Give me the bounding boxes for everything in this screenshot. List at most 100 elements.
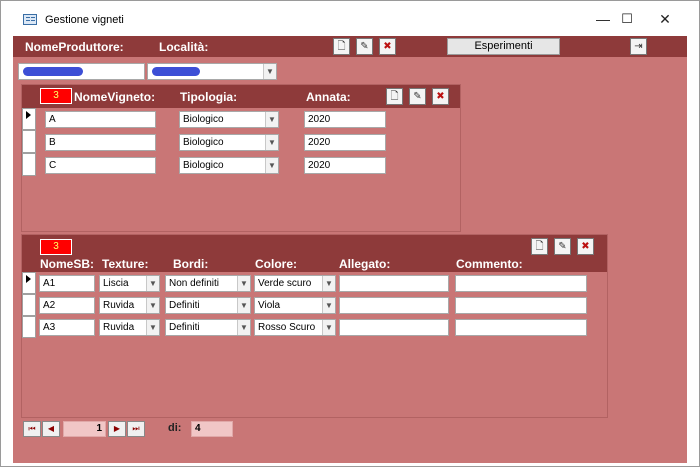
sb-nome-input[interactable]: A2: [39, 297, 95, 314]
vigneti-delete-button[interactable]: ✖: [432, 88, 449, 105]
delete-icon: ✖: [383, 41, 392, 52]
col-tipologia: Tipologia:: [180, 90, 238, 104]
chevron-down-icon[interactable]: ▼: [265, 112, 278, 127]
new-icon: 🗋: [337, 41, 346, 52]
chevron-down-icon[interactable]: ▼: [237, 320, 250, 335]
sb-record-count: 3: [40, 239, 72, 255]
main-form: NomeProduttore: Località: 🗋 ✎ ✖ Esperime…: [13, 36, 687, 463]
new-icon: 🗋: [390, 91, 399, 102]
vigneto-nome-input[interactable]: B: [45, 134, 156, 151]
chevron-down-icon[interactable]: ▼: [237, 298, 250, 313]
current-record-input[interactable]: 1: [63, 421, 106, 437]
vigneto-tipologia-combo[interactable]: Biologico ▼: [179, 157, 279, 174]
chevron-down-icon[interactable]: ▼: [322, 320, 335, 335]
sb-colore-combo[interactable]: Rosso Scuro ▼: [254, 319, 336, 336]
total-records-field: 4: [191, 421, 233, 437]
redacted-localita: [152, 67, 200, 76]
chevron-down-icon[interactable]: ▼: [265, 135, 278, 150]
chevron-down-icon[interactable]: ▼: [322, 276, 335, 291]
record-selector[interactable]: [22, 272, 36, 294]
next-record-button[interactable]: ▶: [108, 421, 126, 437]
produttore-input[interactable]: [18, 63, 145, 80]
sb-new-button[interactable]: 🗋: [531, 238, 548, 255]
sb-bordi-combo[interactable]: Definiti ▼: [165, 297, 251, 314]
title-bar: Gestione vigneti — ☐ ✕: [1, 1, 699, 35]
sb-commento-input[interactable]: [455, 275, 587, 292]
col-colore: Colore:: [255, 257, 297, 271]
delete-record-button[interactable]: ✖: [379, 38, 396, 55]
sb-nome-input[interactable]: A1: [39, 275, 95, 292]
col-nomevigneto: NomeVigneto:: [74, 90, 156, 104]
esperimenti-button[interactable]: Esperimenti: [447, 38, 560, 55]
sb-allegato-input[interactable]: [339, 319, 449, 336]
localita-combo[interactable]: ▼: [147, 63, 277, 80]
vigneti-edit-button[interactable]: ✎: [409, 88, 426, 105]
vigneto-nome-input[interactable]: C: [45, 157, 156, 174]
delete-icon: ✖: [436, 91, 445, 102]
exit-icon: ⇥: [634, 41, 643, 52]
vigneti-subform: 3 NomeVigneto: Tipologia: Annata: 🗋 ✎ ✖ …: [21, 84, 461, 232]
next-record-icon: ▶: [113, 424, 121, 433]
tipologia-value: Biologico: [183, 137, 224, 148]
new-record-button[interactable]: 🗋: [333, 38, 350, 55]
vigneto-annata-input[interactable]: 2020: [304, 157, 386, 174]
edit-icon: ✎: [558, 241, 567, 252]
new-icon: 🗋: [535, 241, 544, 252]
sb-colore-combo[interactable]: Verde scuro ▼: [254, 275, 336, 292]
sb-nome-input[interactable]: A3: [39, 319, 95, 336]
col-annata: Annata:: [306, 90, 351, 104]
col-allegato: Allegato:: [339, 257, 391, 271]
chevron-down-icon[interactable]: ▼: [322, 298, 335, 313]
sb-bordi-combo[interactable]: Non definiti ▼: [165, 275, 251, 292]
bordi-value: Definiti: [169, 322, 200, 333]
record-selector[interactable]: [22, 294, 36, 316]
prev-record-button[interactable]: ◀: [42, 421, 60, 437]
chevron-down-icon[interactable]: ▼: [263, 64, 276, 79]
vigneti-new-button[interactable]: 🗋: [386, 88, 403, 105]
bordi-value: Non definiti: [169, 278, 220, 289]
vigneto-tipologia-combo[interactable]: Biologico ▼: [179, 134, 279, 151]
col-texture: Texture:: [102, 257, 149, 271]
record-selector[interactable]: [22, 130, 36, 153]
chevron-down-icon[interactable]: ▼: [237, 276, 250, 291]
vigneti-header-band: 3 NomeVigneto: Tipologia: Annata: 🗋 ✎ ✖: [22, 85, 460, 108]
sb-texture-combo[interactable]: Ruvida ▼: [99, 297, 160, 314]
exit-button[interactable]: ⇥: [630, 38, 647, 55]
record-selector[interactable]: [22, 153, 36, 176]
sb-texture-combo[interactable]: Ruvida ▼: [99, 319, 160, 336]
redacted-produttore: [23, 67, 83, 76]
sb-commento-input[interactable]: [455, 297, 587, 314]
localita-label: Località:: [159, 40, 209, 54]
chevron-down-icon[interactable]: ▼: [265, 158, 278, 173]
bordi-value: Definiti: [169, 300, 200, 311]
sb-commento-input[interactable]: [455, 319, 587, 336]
first-record-button[interactable]: ⏮: [23, 421, 41, 437]
close-button[interactable]: ✕: [645, 7, 685, 31]
vigneto-annata-input[interactable]: 2020: [304, 111, 386, 128]
app-window: Gestione vigneti — ☐ ✕ NomeProduttore: L…: [0, 0, 700, 467]
sb-texture-combo[interactable]: Liscia ▼: [99, 275, 160, 292]
edit-record-button[interactable]: ✎: [356, 38, 373, 55]
colore-value: Verde scuro: [258, 278, 312, 289]
sb-colore-combo[interactable]: Viola ▼: [254, 297, 336, 314]
chevron-down-icon[interactable]: ▼: [146, 320, 159, 335]
texture-value: Ruvida: [103, 322, 135, 333]
record-selector[interactable]: [22, 108, 36, 130]
sb-allegato-input[interactable]: [339, 275, 449, 292]
vigneto-annata-input[interactable]: 2020: [304, 134, 386, 151]
chevron-down-icon[interactable]: ▼: [146, 276, 159, 291]
chevron-down-icon[interactable]: ▼: [146, 298, 159, 313]
sb-delete-button[interactable]: ✖: [577, 238, 594, 255]
sb-allegato-input[interactable]: [339, 297, 449, 314]
sb-bordi-combo[interactable]: Definiti ▼: [165, 319, 251, 336]
sb-edit-button[interactable]: ✎: [554, 238, 571, 255]
sb-subform: 3 🗋 ✎ ✖ NomeSB: Texture: Bordi: Colore: …: [21, 234, 608, 418]
last-record-button[interactable]: ⏭: [127, 421, 145, 437]
prev-record-icon: ◀: [47, 424, 55, 433]
first-record-icon: ⏮: [28, 424, 36, 433]
header-band: NomeProduttore: Località: 🗋 ✎ ✖ Esperime…: [13, 36, 687, 57]
vigneto-tipologia-combo[interactable]: Biologico ▼: [179, 111, 279, 128]
vigneto-nome-input[interactable]: A: [45, 111, 156, 128]
maximize-button[interactable]: ☐: [607, 7, 647, 31]
record-selector[interactable]: [22, 316, 36, 338]
